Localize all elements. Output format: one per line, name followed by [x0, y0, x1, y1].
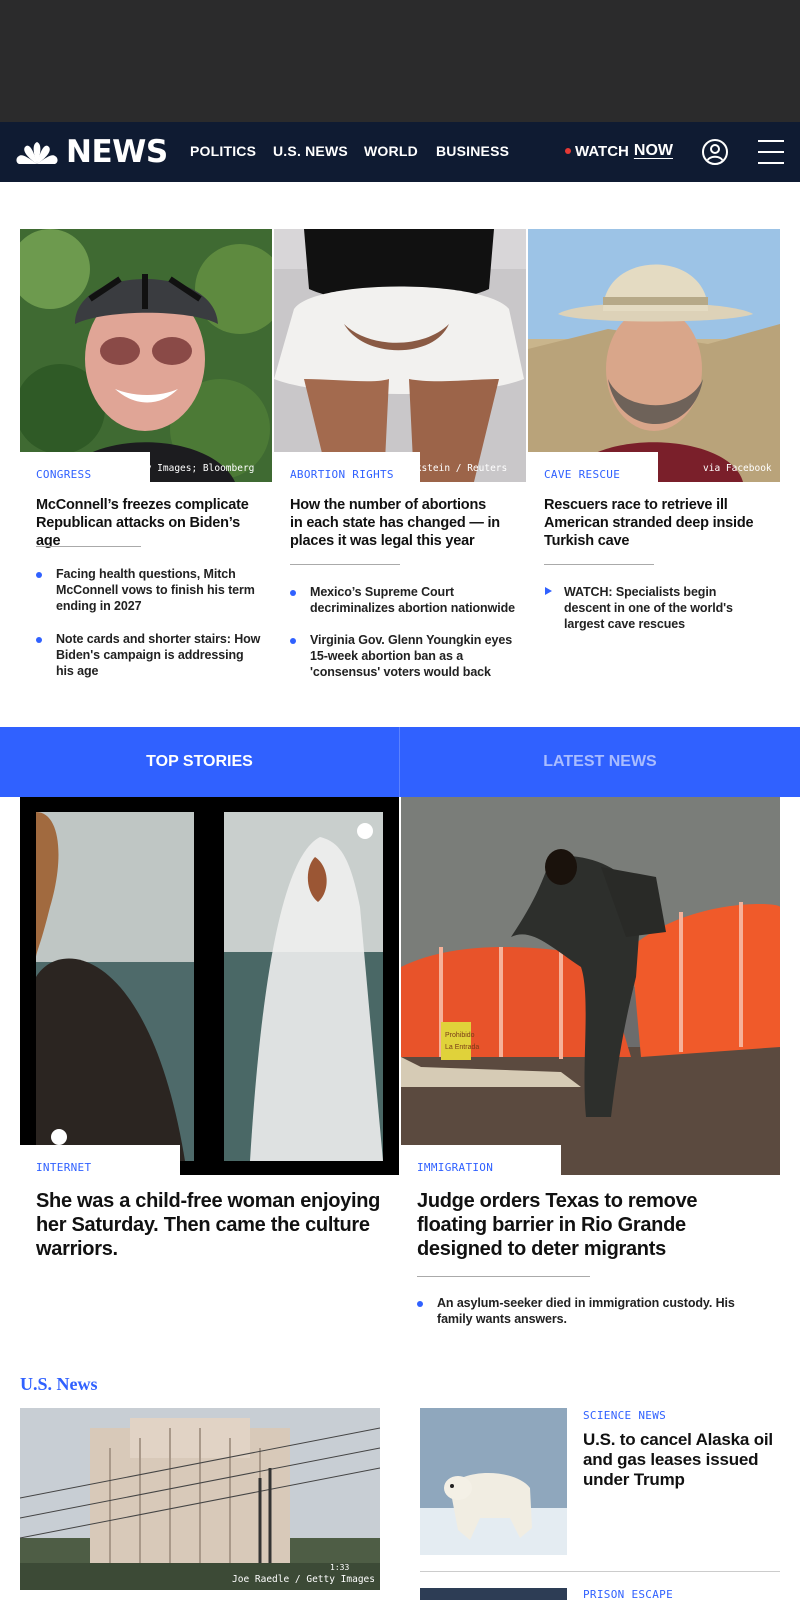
user-silhouette-icon — [706, 144, 724, 163]
nav-link-world[interactable]: WORLD — [364, 143, 418, 159]
bullet-dot-icon — [36, 637, 42, 643]
menu-icon[interactable] — [758, 140, 784, 164]
section-title-us-news[interactable]: U.S. News — [20, 1374, 98, 1395]
card-headline[interactable]: Rescuers race to retrieve ill American s… — [544, 496, 759, 550]
card-label-abortion-rights[interactable]: ABORTION RIGHTS — [290, 468, 394, 481]
story-image-child-free[interactable] — [20, 797, 399, 1175]
us-news-side-image-1[interactable] — [420, 1408, 567, 1555]
divider — [417, 1276, 590, 1277]
ad-slot — [0, 0, 800, 122]
play-icon — [545, 587, 552, 595]
live-dot-icon — [565, 148, 571, 154]
photo-credit: Joe Raedle / Getty Images — [232, 1574, 375, 1585]
card-label-congress[interactable]: CONGRESS — [36, 468, 91, 481]
related-link[interactable]: Note cards and shorter stairs: How Biden… — [56, 631, 261, 679]
card-label-cave-rescue[interactable]: CAVE RESCUE — [544, 468, 620, 481]
story-headline[interactable]: She was a child-free woman enjoying her … — [36, 1189, 391, 1261]
divider — [420, 1571, 780, 1572]
story-label-internet[interactable]: INTERNET — [36, 1161, 91, 1174]
logo-text: NEWS — [66, 134, 168, 170]
divider — [544, 564, 654, 565]
divider — [36, 546, 141, 547]
related-link[interactable]: An asylum-seeker died in immigration cus… — [437, 1295, 772, 1327]
watch-label: WATCH — [575, 142, 629, 160]
photo-credit: ckstein / Reuters — [410, 463, 508, 474]
tab-top-stories[interactable]: TOP STORIES — [0, 727, 399, 797]
bullet-dot-icon — [290, 590, 296, 596]
card-headline[interactable]: McConnell’s freezes complicate Republica… — [36, 496, 261, 550]
related-link[interactable]: WATCH: Specialists begin descent in one … — [564, 584, 764, 632]
bullet-dot-icon — [290, 638, 296, 644]
bullet-dot-icon — [417, 1301, 423, 1307]
top-navbar: NEWS POLITICS U.S. NEWS WORLD BUSINESS W… — [0, 122, 800, 182]
us-news-side-image-2[interactable] — [420, 1588, 567, 1600]
related-link[interactable]: Mexico’s Supreme Court decriminalizes ab… — [310, 584, 520, 616]
photo-credit: via Facebook — [703, 463, 772, 474]
sign-text: La Entrada — [445, 1044, 479, 1051]
nav-link-politics[interactable]: POLITICS — [190, 143, 256, 159]
side-story-label-science[interactable]: SCIENCE NEWS — [583, 1409, 666, 1422]
card-image-mcconnell[interactable] — [20, 229, 272, 482]
card-image-cave-rescue[interactable] — [528, 229, 780, 482]
divider — [290, 564, 400, 565]
story-image-floating-barrier[interactable]: Prohibido La Entrada — [401, 797, 780, 1175]
side-story-headline[interactable]: U.S. to cancel Alaska oil and gas leases… — [583, 1430, 783, 1490]
related-link[interactable]: Facing health questions, Mitch McConnell… — [56, 566, 256, 614]
nav-link-business[interactable]: BUSINESS — [436, 143, 509, 159]
user-icon[interactable] — [702, 139, 728, 165]
side-story-label-prison-escape[interactable]: PRISON ESCAPE — [583, 1588, 673, 1600]
related-link[interactable]: Virginia Gov. Glenn Youngkin eyes 15-wee… — [310, 632, 515, 680]
card-headline[interactable]: How the number of abortions in each stat… — [290, 496, 500, 550]
bullet-dot-icon — [36, 572, 42, 578]
nav-link-us-news[interactable]: U.S. NEWS — [273, 143, 348, 159]
story-headline[interactable]: Judge orders Texas to remove floating ba… — [417, 1189, 762, 1261]
us-news-main-image[interactable] — [20, 1408, 380, 1590]
nbc-news-logo[interactable]: NEWS — [16, 136, 168, 168]
peacock-logo-icon — [16, 142, 58, 164]
card-image-abortion[interactable] — [274, 229, 526, 482]
sign-text: Prohibido — [445, 1032, 475, 1039]
photo-credit: ty Images; Bloomberg — [140, 463, 255, 474]
video-duration: 1:33 — [330, 1563, 350, 1572]
watch-now-link[interactable]: WATCH NOW — [565, 142, 673, 160]
story-label-immigration[interactable]: IMMIGRATION — [417, 1161, 493, 1174]
now-label: NOW — [633, 142, 673, 159]
tab-latest-news[interactable]: LATEST NEWS — [400, 727, 800, 797]
stories-tabs: TOP STORIES LATEST NEWS — [0, 727, 800, 797]
